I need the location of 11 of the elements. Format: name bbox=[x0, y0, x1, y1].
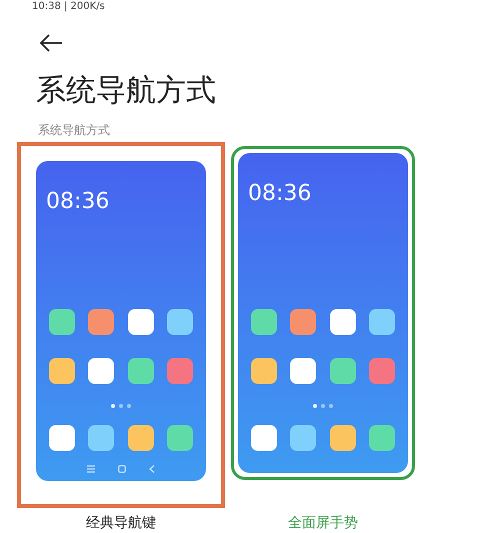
status-text: 10:38 | 200K/s bbox=[31, 0, 106, 14]
home-icon bbox=[118, 465, 126, 473]
option-card[interactable]: 08:36 bbox=[29, 154, 213, 488]
page-title: 系统导航方式 bbox=[36, 72, 217, 110]
clock-time: 08:36 bbox=[46, 189, 110, 215]
option-label: 经典导航键 bbox=[86, 514, 156, 532]
option-card[interactable]: 08:36 bbox=[231, 146, 415, 480]
clock-time: 08:36 bbox=[248, 181, 312, 207]
section-label: 系统导航方式 bbox=[38, 122, 111, 138]
back-icon bbox=[148, 465, 155, 473]
option-label: 全面屏手势 bbox=[288, 514, 358, 532]
